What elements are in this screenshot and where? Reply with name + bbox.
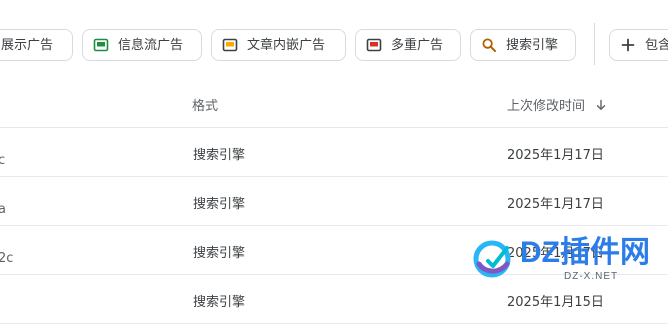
ad-format-cell: 搜索引擎 (193, 295, 246, 310)
ad-type-filter-bar: 展示广告 信息流广告 文章内嵌广告 多重广告 搜索引擎 包 (0, 0, 668, 79)
in-article-ad-chip[interactable]: 文章内嵌广告 (211, 29, 346, 61)
last-modified-cell: 2025年1月17日 (507, 197, 604, 212)
format-column-label: 格式 (192, 99, 219, 114)
ad-format-cell: 搜索引擎 (193, 148, 246, 163)
ad-format-cell: 搜索引擎 (193, 197, 246, 212)
in-article-ad-label: 文章内嵌广告 (247, 37, 326, 53)
feed-ad-label: 信息流广告 (118, 37, 184, 53)
table-row[interactable]: a 搜索引擎 2025年1月17日 (0, 177, 668, 226)
feed-ad-icon (93, 37, 109, 53)
contains-filter-chip[interactable]: 包含 (609, 29, 668, 61)
format-column-header[interactable]: 格式 (192, 95, 218, 114)
table-header: 格式 上次修改时间 (0, 78, 668, 128)
last-modified-cell: 2025年1月17日 (507, 148, 604, 163)
last-modified-cell: 2025年1月17日 (507, 246, 604, 261)
arrow-down-icon (595, 99, 607, 111)
toolbar-divider (594, 23, 595, 65)
search-engine-ad-label: 搜索引擎 (506, 37, 559, 53)
search-icon (481, 37, 497, 53)
add-icon (620, 37, 636, 53)
ad-unit-name[interactable]: 2c (0, 251, 13, 266)
ad-units-table: 格式 上次修改时间 c 搜索引擎 2025年1月17日 a 搜索引擎 2025年… (0, 78, 668, 324)
last-modified-cell: 2025年1月15日 (507, 295, 604, 310)
multiplex-ad-chip[interactable]: 多重广告 (355, 29, 461, 61)
search-engine-ad-chip[interactable]: 搜索引擎 (470, 29, 576, 61)
last-modified-column-label: 上次修改时间 (507, 99, 586, 114)
display-ad-label: 展示广告 (1, 37, 54, 53)
contains-filter-label: 包含 (645, 37, 668, 53)
multiplex-ad-label: 多重广告 (391, 37, 444, 53)
feed-ad-chip[interactable]: 信息流广告 (82, 29, 202, 61)
table-row[interactable]: 2c 搜索引擎 2025年1月17日 (0, 226, 668, 275)
multiplex-ad-icon (366, 37, 382, 53)
table-row[interactable]: c 搜索引擎 2025年1月17日 (0, 128, 668, 177)
last-modified-column-header[interactable]: 上次修改时间 (507, 95, 607, 114)
in-article-ad-icon (222, 37, 238, 53)
ad-unit-name[interactable]: c (0, 153, 5, 168)
ad-unit-name[interactable]: a (0, 202, 6, 217)
ad-format-cell: 搜索引擎 (193, 246, 246, 261)
display-ad-chip[interactable]: 展示广告 (0, 29, 73, 61)
